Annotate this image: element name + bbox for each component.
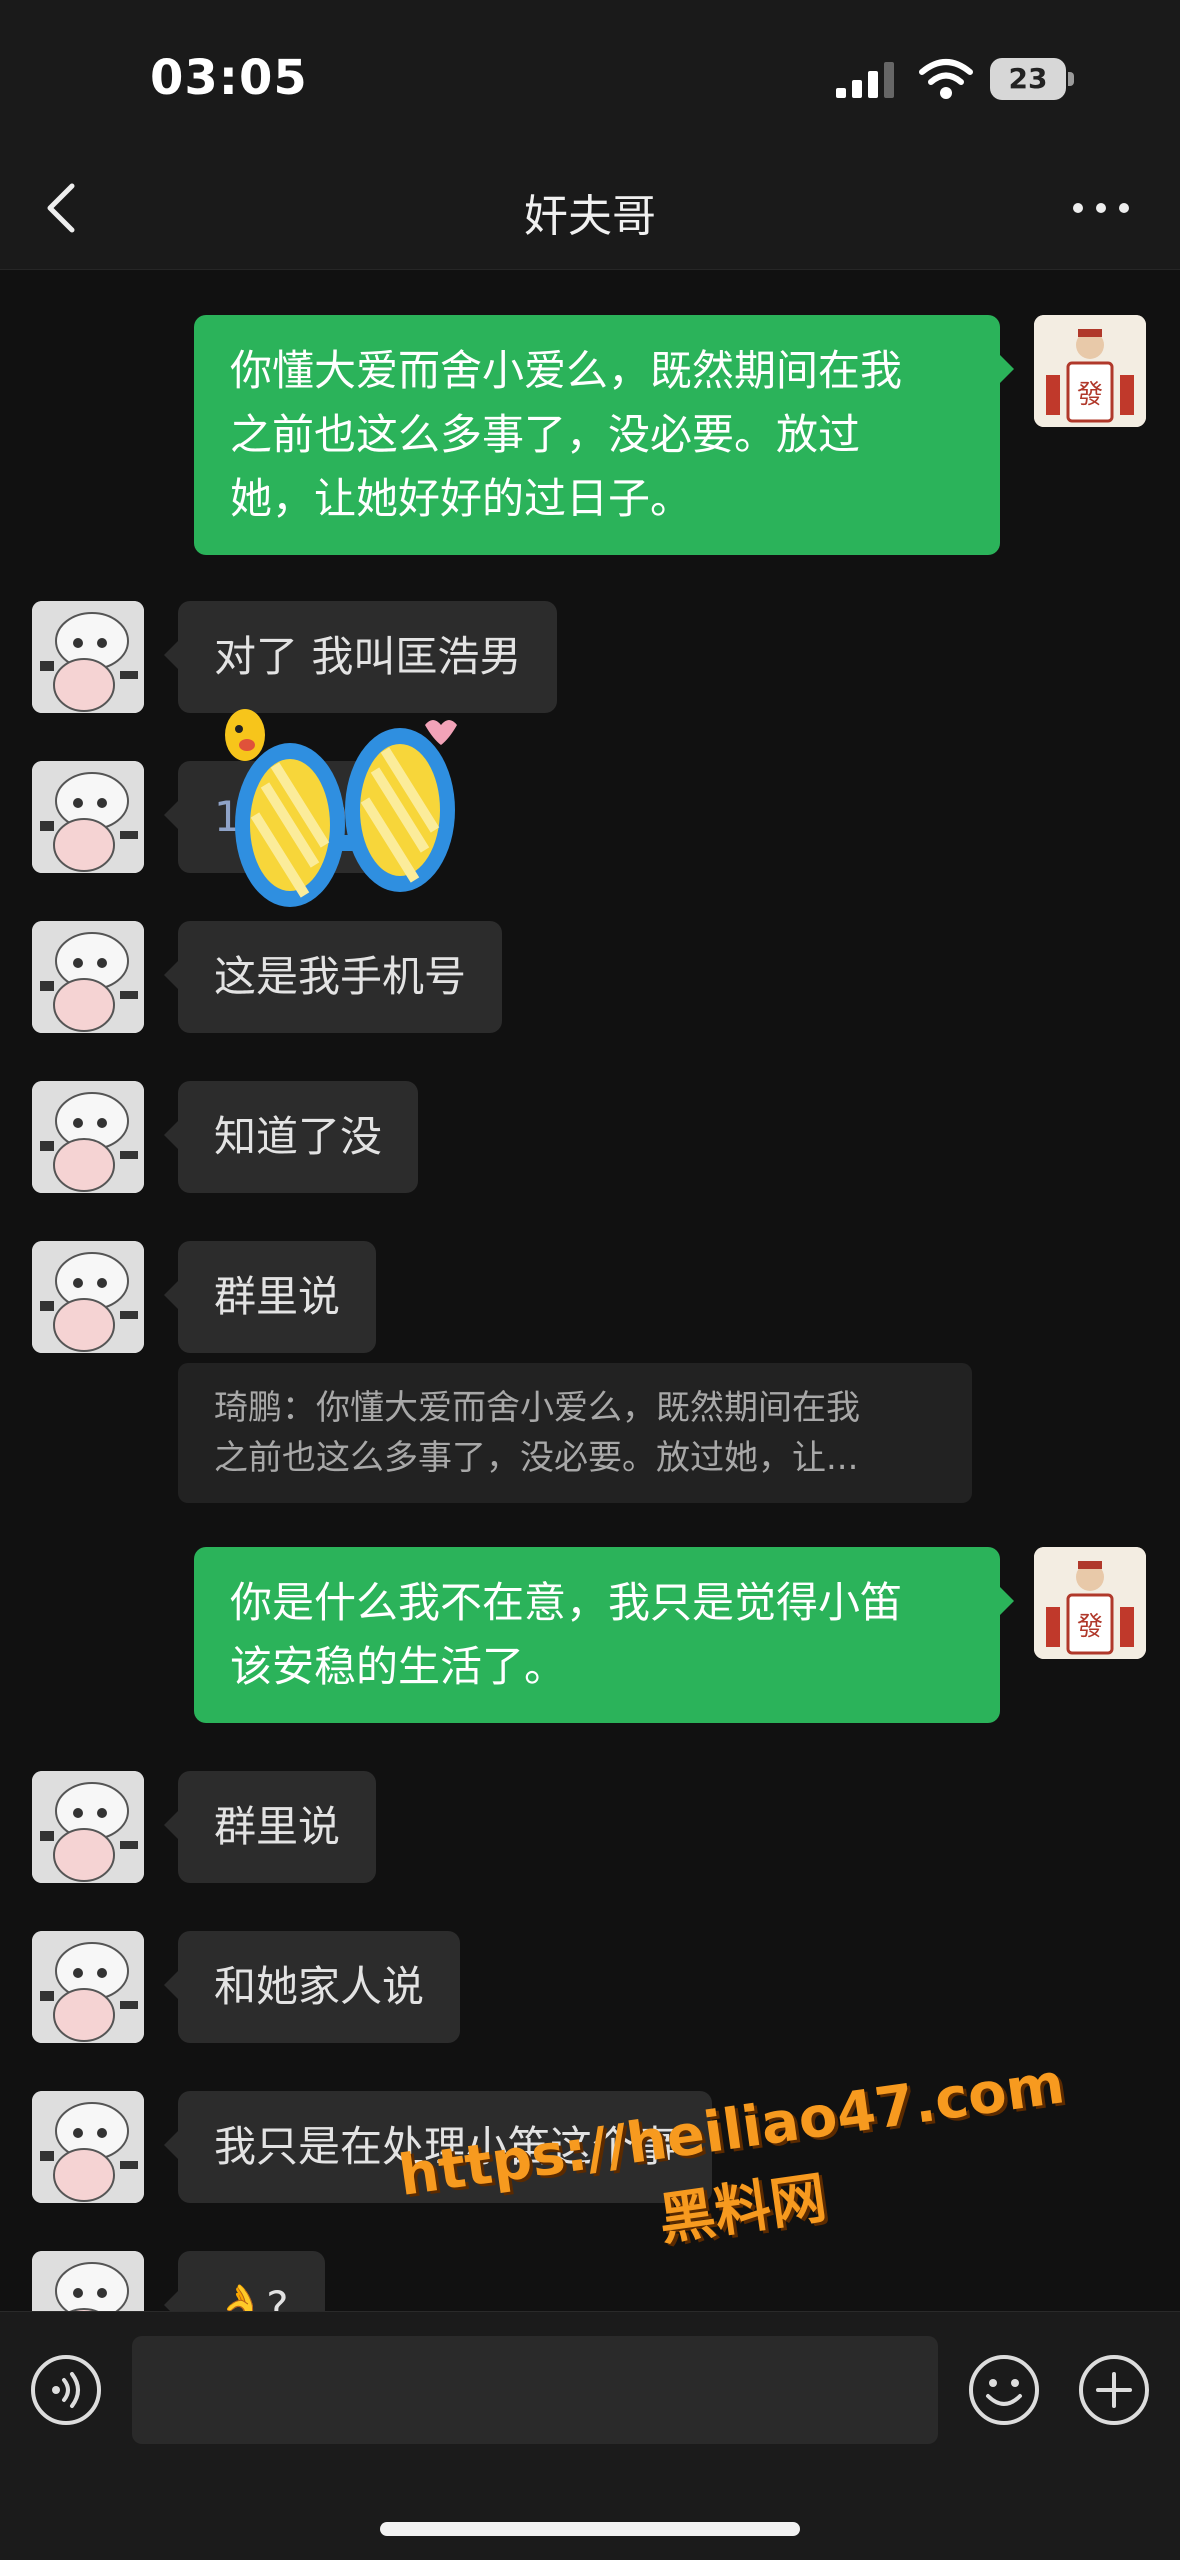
mahjong-avatar-icon: 發 (1034, 315, 1146, 427)
avatar-contact[interactable] (32, 921, 144, 1033)
plus-icon[interactable] (1078, 2354, 1150, 2426)
message-bubble-incoming[interactable]: 👌? (164, 2251, 325, 2311)
message-bubble-incoming[interactable]: 群里说 (163, 1241, 377, 1353)
avatar-contact[interactable] (32, 1771, 144, 1883)
emoji-icon[interactable] (968, 2354, 1040, 2426)
message-bubble-outgoing[interactable]: 你懂大爱而舍小爱么，既然期间在我 之前也这么多事了，没必要。放过 她，让她好好的… (194, 315, 1014, 555)
message-bubble-incoming[interactable]: 群里说 (163, 1771, 377, 1883)
quote-line: 琦鹏：你懂大爱而舍小爱么，既然期间在我 (214, 1388, 860, 1428)
cartoon-avatar-icon (32, 1081, 144, 1193)
battery-indicator: 23 (990, 58, 1074, 100)
wifi-icon (919, 59, 973, 99)
avatar-contact[interactable] (32, 1241, 144, 1353)
avatar-contact[interactable] (32, 1931, 144, 2043)
cartoon-avatar-icon (32, 921, 144, 1033)
avatar-contact[interactable] (32, 601, 144, 713)
avatar-contact[interactable] (32, 1081, 144, 1193)
message-bubble-incoming[interactable]: 知道了没 (163, 1081, 419, 1193)
chat-area[interactable]: 你懂大爱而舍小爱么，既然期间在我 之前也这么多事了，没必要。放过 她，让她好好的… (0, 271, 1180, 2311)
sunglasses-sticker-icon (225, 709, 457, 907)
cartoon-avatar-icon (32, 1931, 144, 2043)
home-indicator (380, 2522, 800, 2536)
cartoon-avatar-icon (32, 601, 144, 713)
svg-text:發: 發 (1077, 380, 1103, 410)
quoted-message[interactable]: 琦鹏：你懂大爱而舍小爱么，既然期间在我 之前也这么多事了，没必要。放过她，让..… (178, 1363, 972, 1503)
cartoon-avatar-icon (32, 1771, 144, 1883)
cartoon-avatar-icon (32, 2091, 144, 2203)
status-bar: 03:05 23 (0, 0, 1180, 150)
cartoon-avatar-icon (32, 761, 144, 873)
svg-text:發: 發 (1077, 1612, 1103, 1642)
cartoon-avatar-icon (32, 1241, 144, 1353)
more-dots-icon[interactable] (1070, 196, 1132, 220)
message-line: 她，让她好好的过日子。 (230, 474, 693, 523)
chat-title: 奸夫哥 (524, 191, 656, 242)
cellular-signal-icon (836, 62, 894, 98)
voice-icon[interactable] (30, 2354, 102, 2426)
quote-line: 之前也这么多事了，没必要。放过她，让... (214, 1438, 859, 1478)
status-time: 03:05 (150, 50, 308, 106)
battery-level: 23 (1008, 62, 1048, 95)
cartoon-avatar-icon (32, 2251, 144, 2311)
message-input[interactable] (132, 2336, 938, 2444)
avatar-contact[interactable] (32, 2091, 144, 2203)
avatar-self[interactable]: 發 (1034, 1547, 1146, 1659)
message-line: 该安稳的生活了。 (230, 1642, 567, 1691)
mahjong-avatar-icon: 發 (1034, 1547, 1146, 1659)
avatar-self[interactable]: 發 (1034, 315, 1146, 427)
avatar-contact[interactable] (32, 761, 144, 873)
message-bubble-incoming[interactable]: 和她家人说 (163, 1931, 461, 2043)
message-bubble-outgoing[interactable]: 你是什么我不在意，我只是觉得小笛 该安稳的生活了。 (194, 1547, 1014, 1723)
message-line: 之前也这么多事了，没必要。放过 (230, 410, 861, 459)
avatar-contact[interactable] (32, 2251, 144, 2311)
message-line: 你是什么我不在意，我只是觉得小笛 (230, 1578, 903, 1627)
message-line: 你懂大爱而舍小爱么，既然期间在我 (230, 346, 903, 395)
